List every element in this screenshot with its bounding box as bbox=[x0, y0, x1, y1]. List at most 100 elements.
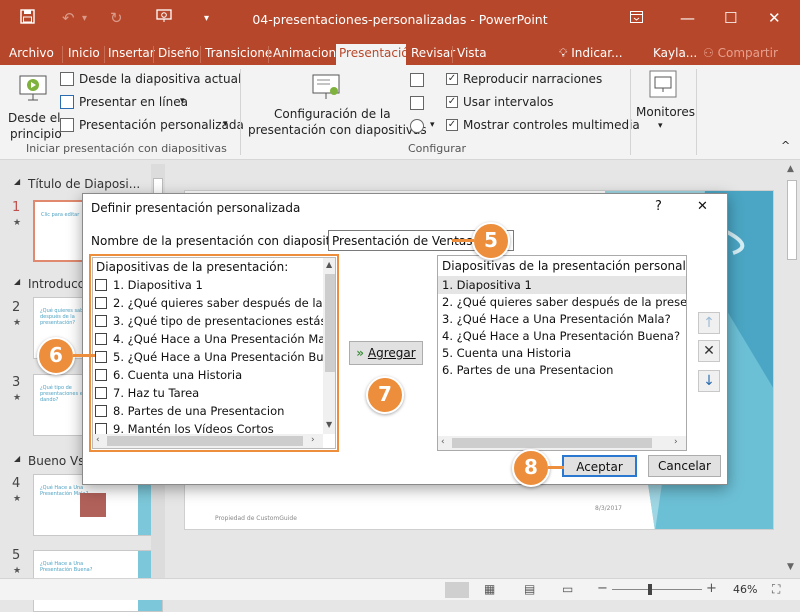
move-up-button[interactable]: ↑ bbox=[698, 312, 720, 334]
normal-view-icon[interactable] bbox=[445, 582, 469, 598]
list-item-label: 5. ¿Qué Hace a Una Presentación Buena? bbox=[113, 350, 336, 364]
start-group-label: Iniciar presentación con diapositivas bbox=[26, 142, 227, 155]
scroll-right-icon[interactable]: › bbox=[674, 437, 678, 447]
tab-inicio[interactable]: Inicio bbox=[65, 44, 103, 65]
from-current-slide-button[interactable]: Desde la diapositiva actual bbox=[60, 71, 241, 89]
zoom-slider-handle[interactable] bbox=[648, 584, 652, 595]
reading-view-icon[interactable]: ▤ bbox=[524, 582, 535, 596]
left-list-hscrollbar[interactable]: ‹ › bbox=[93, 434, 323, 448]
scroll-right-icon[interactable]: › bbox=[311, 435, 315, 445]
collapse-ribbon-icon[interactable]: ^ bbox=[781, 139, 790, 152]
monitors-dropdown-icon: ▾ bbox=[658, 121, 663, 131]
scroll-down-icon[interactable]: ▼ bbox=[326, 420, 332, 429]
dialog-close-button[interactable]: ✕ bbox=[697, 199, 708, 214]
tab-transiciones[interactable]: Transicione bbox=[202, 44, 275, 65]
tab-archivo[interactable]: Archivo bbox=[6, 44, 57, 65]
slide-checkbox[interactable] bbox=[95, 369, 107, 381]
tab-insertar[interactable]: Insertar bbox=[105, 44, 158, 65]
list-item[interactable]: 4. ¿Qué Hace a Una Presentación Buena? bbox=[438, 327, 680, 345]
zoom-in-button[interactable]: + bbox=[706, 581, 717, 596]
tab-diseno[interactable]: Diseño bbox=[155, 44, 202, 65]
show-media-controls-checkbox[interactable]: ✓ Mostrar controles multimedia bbox=[446, 117, 640, 135]
transition-star-icon: ★ bbox=[13, 566, 22, 576]
dialog-title: Definir presentación personalizada bbox=[91, 201, 301, 215]
use-timings-label: Usar intervalos bbox=[463, 95, 554, 109]
use-timings-checkbox[interactable]: ✓ Usar intervalos bbox=[446, 94, 566, 112]
scroll-left-icon[interactable]: ‹ bbox=[441, 437, 445, 447]
list-item[interactable]: 6. Partes de una Presentacion bbox=[438, 361, 613, 379]
share-button[interactable]: ⚇ Compartir bbox=[700, 44, 784, 65]
list-item[interactable]: 1. Diapositiva 1 bbox=[438, 276, 686, 294]
tab-presentacion[interactable]: Presentació bbox=[336, 44, 409, 65]
add-arrow-icon: » bbox=[356, 346, 365, 360]
list-item[interactable]: 3. ¿Qué Hace a Una Presentación Mala? bbox=[438, 310, 671, 328]
setup-slideshow-button[interactable]: Configuración de la presentación con dia… bbox=[246, 71, 427, 141]
main-vertical-scrollbar[interactable]: ▲ ▼ bbox=[784, 160, 800, 578]
present-online-button[interactable]: Presentar en línea ▾ bbox=[60, 94, 200, 112]
status-bar: ▦ ▤ ▭ − + 46% ⛶ bbox=[0, 578, 800, 600]
zoom-slider-track[interactable] bbox=[612, 589, 702, 590]
tab-animaciones[interactable]: Animacion bbox=[270, 44, 339, 65]
monitors-button[interactable]: Monitores ▾ bbox=[636, 69, 695, 139]
play-narrations-checkbox[interactable]: ✓ Reproducir narraciones bbox=[446, 71, 626, 89]
slide-checkbox[interactable] bbox=[95, 279, 107, 291]
minimize-icon[interactable]: — bbox=[680, 9, 695, 27]
lightbulb-icon: 💡︎ bbox=[559, 46, 568, 60]
from-beginning-label-1: Desde el bbox=[8, 111, 61, 125]
slide-sorter-icon[interactable]: ▦ bbox=[484, 582, 495, 596]
from-beginning-button[interactable]: Desde el principio bbox=[8, 71, 62, 141]
rehearse-timings-icon[interactable] bbox=[410, 96, 424, 110]
slide-checkbox[interactable] bbox=[95, 315, 107, 327]
tab-revisar[interactable]: Revisar bbox=[408, 44, 458, 65]
dialog-help-button[interactable]: ? bbox=[655, 199, 662, 214]
zoom-out-button[interactable]: − bbox=[597, 581, 608, 596]
scroll-up-icon[interactable]: ▲ bbox=[787, 164, 794, 174]
ribbon: Desde el principio Desde la diapositiva … bbox=[0, 65, 800, 160]
section-collapse-icon[interactable]: ◢ bbox=[14, 454, 20, 463]
maximize-icon[interactable]: ☐ bbox=[724, 9, 737, 27]
scroll-down-icon[interactable]: ▼ bbox=[787, 562, 794, 572]
left-list-vscroll-thumb[interactable] bbox=[325, 274, 335, 372]
section-title-1[interactable]: Título de Diaposi... bbox=[28, 177, 140, 191]
show-media-controls-label: Mostrar controles multimedia bbox=[463, 118, 640, 132]
list-item[interactable]: 2. ¿Qué quieres saber después de la pres… bbox=[438, 293, 686, 311]
present-online-dropdown-icon: ▾ bbox=[180, 96, 185, 106]
move-down-button[interactable]: ↓ bbox=[698, 370, 720, 392]
user-name[interactable]: Kayla... bbox=[650, 44, 700, 65]
remove-button[interactable]: ✕ bbox=[698, 340, 720, 362]
ribbon-display-icon[interactable] bbox=[630, 9, 643, 27]
close-window-icon[interactable]: ✕ bbox=[768, 9, 781, 27]
main-scroll-thumb[interactable] bbox=[787, 180, 797, 260]
tab-vista[interactable]: Vista bbox=[454, 44, 490, 65]
add-button[interactable]: » Agregar bbox=[349, 341, 423, 365]
record-slideshow-icon[interactable] bbox=[410, 119, 424, 133]
step-badge-7: 7 bbox=[366, 376, 404, 414]
hide-slide-icon[interactable] bbox=[410, 73, 424, 87]
zoom-level[interactable]: 46% bbox=[733, 583, 757, 596]
setup-group-label: Configurar bbox=[408, 142, 467, 155]
custom-show-button[interactable]: Presentación personalizada ▾ bbox=[60, 117, 244, 135]
scroll-up-icon[interactable]: ▲ bbox=[326, 260, 332, 269]
fit-to-window-icon[interactable]: ⛶ bbox=[772, 582, 780, 597]
presentation-slides-list[interactable]: Diapositivas de la presentación: 1. Diap… bbox=[92, 257, 336, 449]
slide-checkbox[interactable] bbox=[95, 333, 107, 345]
record-dropdown-icon[interactable]: ▾ bbox=[430, 120, 435, 130]
slide-checkbox[interactable] bbox=[95, 297, 107, 309]
left-list-hscroll-thumb[interactable] bbox=[107, 436, 303, 446]
list-item[interactable]: 5. Cuenta una Historia bbox=[438, 344, 571, 362]
custom-show-slides-list[interactable]: Diapositivas de la presentación personal… bbox=[437, 255, 687, 451]
slideshow-view-icon[interactable]: ▭ bbox=[562, 582, 573, 596]
step-badge-5: 5 bbox=[472, 222, 510, 260]
section-collapse-icon[interactable]: ◢ bbox=[14, 277, 20, 286]
slide-checkbox[interactable] bbox=[95, 405, 107, 417]
scroll-left-icon[interactable]: ‹ bbox=[96, 435, 100, 445]
slide-checkbox[interactable] bbox=[95, 351, 107, 363]
left-list-vscrollbar[interactable]: ▲ ▼ bbox=[323, 258, 335, 434]
slide-checkbox[interactable] bbox=[95, 387, 107, 399]
section-collapse-icon[interactable]: ◢ bbox=[14, 177, 20, 186]
right-list-hscroll-thumb[interactable] bbox=[452, 438, 652, 448]
right-list-hscrollbar[interactable]: ‹ › bbox=[438, 436, 686, 450]
ok-button[interactable]: Aceptar bbox=[562, 455, 637, 477]
tell-me-box[interactable]: 💡︎ Indicar... bbox=[556, 44, 626, 65]
cancel-button[interactable]: Cancelar bbox=[648, 455, 721, 477]
